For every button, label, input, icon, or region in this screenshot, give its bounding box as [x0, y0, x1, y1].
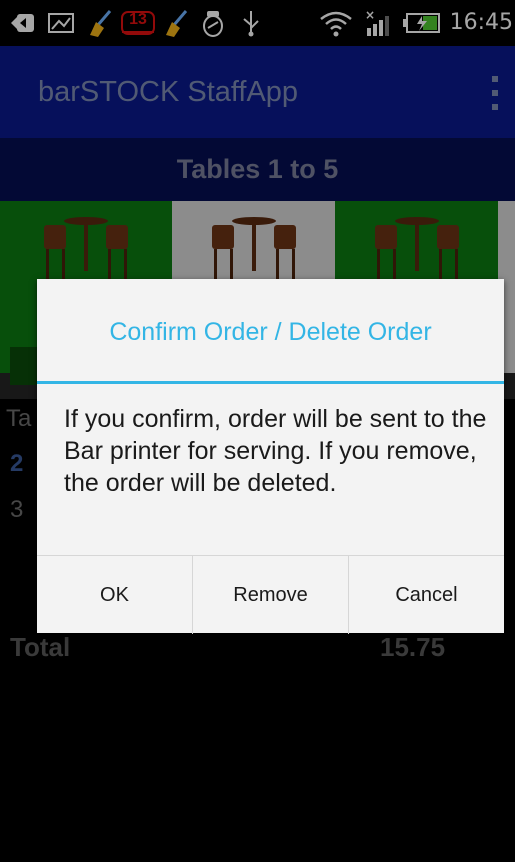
ok-button[interactable]: OK — [37, 556, 192, 634]
confirm-order-dialog: Confirm Order / Delete Order If you conf… — [37, 279, 504, 634]
remove-button[interactable]: Remove — [192, 556, 348, 634]
cancel-button[interactable]: Cancel — [348, 556, 504, 634]
dialog-divider — [37, 381, 504, 384]
app-screen: 13 × 16:45 barSTOCK StaffApp Tables 1 to… — [0, 0, 515, 862]
dialog-button-bar: OK Remove Cancel — [37, 555, 504, 634]
dialog-title: Confirm Order / Delete Order — [109, 318, 432, 346]
dialog-message: If you confirm, order will be sent to th… — [64, 405, 487, 497]
